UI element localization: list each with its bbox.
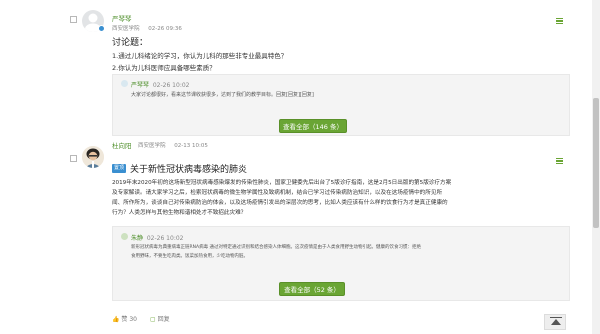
menu-icon[interactable] [556, 158, 563, 164]
avatar[interactable] [82, 146, 104, 168]
post-1: 严琴琴 西安医学院 02-26 09:36 讨论题： 1.通过儿科绪论的学习，你… [0, 0, 590, 140]
author-name[interactable]: 杜向阳 [112, 140, 132, 150]
pinned-tag: 置顶 [112, 164, 127, 173]
post-body-line: 2.你认为儿科医师应具备哪些素质？ [112, 64, 216, 72]
reply-preview: 严琴琴 02-26 10:02 大家讨论都很好，看来这节课收获很多，达到了我们的… [112, 74, 570, 136]
reply-text-line: 食用野味，不要生吃肉类。饭菜加热食用，少吃动物内脏。 [131, 254, 248, 259]
scroll-thumb[interactable] [593, 98, 599, 228]
reply-avatar-icon [121, 233, 128, 240]
reply-text: 大家讨论都很好，看来这节课收获很多，达到了我们的教学目标。回复[回复][回复] [131, 92, 314, 98]
post-meta: 西安医学院 02-13 10:05 [138, 141, 215, 149]
comment-icon: ▢ [150, 316, 156, 323]
user-photo-icon [82, 146, 104, 168]
reply-text-line: 新形冠状病毒为典重病毒正链RNA病毒 通过对特定通过识别和结合感染人体细胞。这次… [131, 245, 421, 250]
view-all-button[interactable]: 查看全部（146 条） [279, 119, 347, 133]
post-body-line: 1.通过儿科绪论的学习，你认为儿科的那些非专业最具特色？ [112, 52, 288, 60]
post-title: 关于新性冠状病毒感染的肺炎 [130, 165, 248, 175]
view-all-button[interactable]: 查看全部（52 条） [279, 282, 345, 296]
post-body-line: 及专家解读。请大家学习之后，检索冠状病毒的微生物学属性及致病机制，结合已学习过传… [112, 190, 443, 196]
org-name: 西安医学院 [138, 143, 166, 149]
org-name: 西安医学院 [112, 26, 140, 32]
reply-preview: 朱静 02-26 10:02 新形冠状病毒为典重病毒正链RNA病毒 通过对特定通… [112, 226, 570, 301]
post-meta: 西安医学院 02-26 09:36 [112, 24, 189, 32]
post-2: 杜向阳 西安医学院 02-13 10:05 置顶 关于新性冠状病毒感染的肺炎 2… [0, 140, 590, 325]
teacher-badge-icon [98, 25, 105, 32]
select-checkbox[interactable] [70, 16, 77, 23]
post-title: 讨论题： [112, 38, 149, 48]
thumbs-up-icon: 👍 [112, 316, 120, 323]
reply-avatar-icon [121, 80, 128, 87]
post-body-line: 闻、所作所为，谈谈自己对传染病防治的体会，以及这场疫情引发出的深层次的思考，比如… [112, 200, 448, 206]
reply-button[interactable]: ▢ 回复 [150, 314, 170, 323]
menu-icon[interactable] [556, 18, 563, 24]
post-time: 02-13 10:05 [174, 143, 208, 149]
post-body-line: 行为？人类怎样与其他生物和谐相处才不致招此灾难？ [112, 210, 247, 216]
like-button[interactable]: 👍 赞 30 [112, 314, 137, 323]
select-checkbox[interactable] [70, 155, 77, 162]
scrollbar[interactable] [592, 0, 600, 334]
back-to-top-button[interactable] [544, 314, 566, 330]
post-body-line: 2019年末2020年初的这场新型冠状病毒感染爆发的传染性肺炎，国家卫健委先后出… [112, 180, 452, 186]
post-time: 02-26 09:36 [148, 26, 182, 32]
reply-author: 朱静 02-26 10:02 [131, 235, 184, 242]
reply-author: 严琴琴 02-26 10:02 [131, 82, 190, 89]
author-name[interactable]: 严琴琴 [112, 13, 132, 23]
